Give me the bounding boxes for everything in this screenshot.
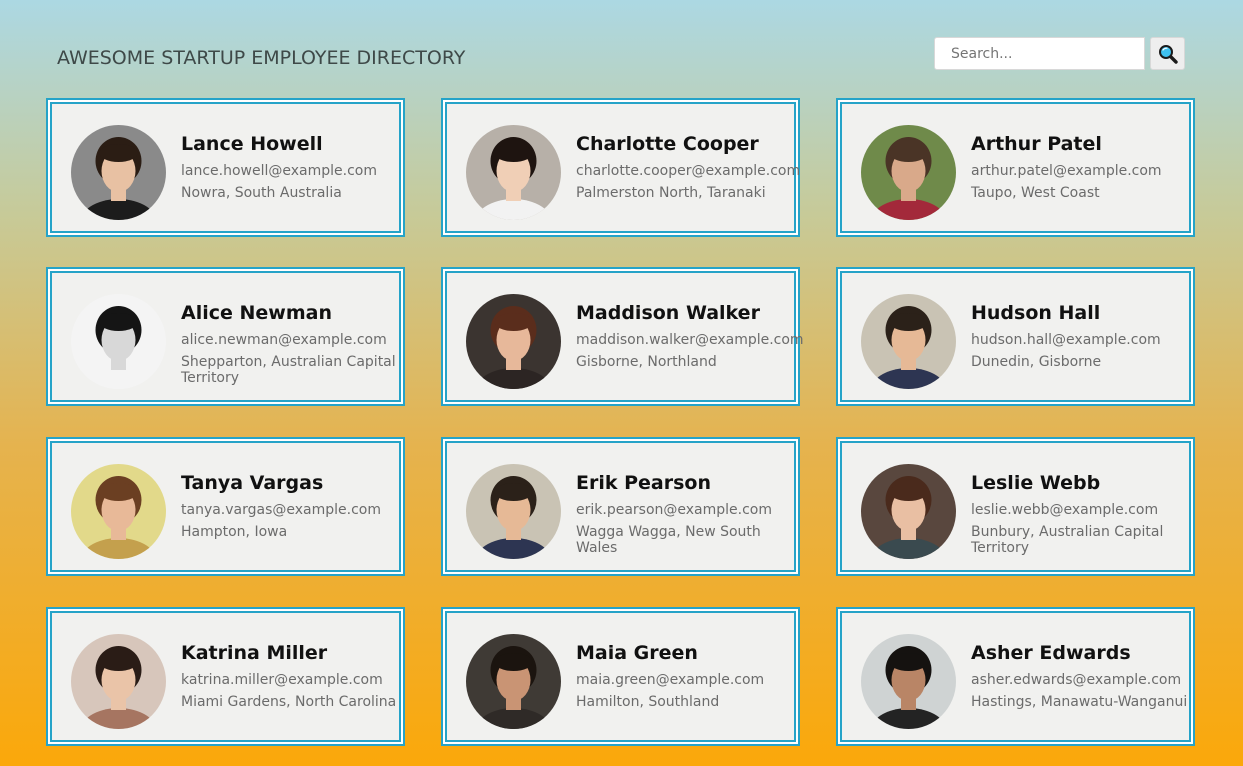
employee-location: Wagga Wagga, New South Wales [576,524,761,556]
avatar [861,125,956,220]
employee-name: Lance Howell [181,133,323,155]
employee-name: Tanya Vargas [181,472,324,494]
page-title: AWESOME STARTUP EMPLOYEE DIRECTORY [57,47,466,69]
employee-email: erik.pearson@example.com [576,502,772,518]
employee-name: Maia Green [576,642,698,664]
employee-email: hudson.hall@example.com [971,332,1161,348]
employee-name: Asher Edwards [971,642,1131,664]
employee-email: tanya.vargas@example.com [181,502,381,518]
employee-card[interactable]: Lance Howell lance.howell@example.com Nowr… [46,98,405,237]
employee-card-body: Arthur Patel arthur.patel@example.com Taup… [840,102,1191,233]
search-icon [1158,44,1178,64]
employee-card-body: Katrina Miller katrina.miller@example.com… [50,611,401,742]
employee-card-body: Hudson Hall hudson.hall@example.com Dunedi… [840,271,1191,402]
employee-location: Bunbury, Australian Capital Territory [971,524,1164,556]
employee-email: charlotte.cooper@example.com [576,163,801,179]
employee-card-body: Lance Howell lance.howell@example.com Nowr… [50,102,401,233]
employee-name: Maddison Walker [576,302,760,324]
employee-card[interactable]: Leslie Webb leslie.webb@example.com Bunbur… [836,437,1195,576]
employee-card-body: Erik Pearson erik.pearson@example.com Wagg… [445,441,796,572]
employee-location: Dunedin, Gisborne [971,354,1102,370]
employee-card[interactable]: Tanya Vargas tanya.vargas@example.com Hamp… [46,437,405,576]
avatar [71,294,166,389]
avatar [466,464,561,559]
employee-card[interactable]: Katrina Miller katrina.miller@example.com… [46,607,405,746]
employee-email: asher.edwards@example.com [971,672,1182,688]
employee-location: Palmerston North, Taranaki [576,185,766,201]
employee-card-body: Maia Green maia.green@example.com Hamilton… [445,611,796,742]
employee-card[interactable]: Erik Pearson erik.pearson@example.com Wagg… [441,437,800,576]
employee-name: Erik Pearson [576,472,712,494]
employee-location: Shepparton, Australian Capital Territory [181,354,396,386]
employee-card-body: Asher Edwards asher.edwards@example.com Ha… [840,611,1191,742]
employee-location: Gisborne, Northland [576,354,717,370]
employee-card[interactable]: Alice Newman alice.newman@example.com Shep… [46,267,405,406]
employee-name: Charlotte Cooper [576,133,759,155]
employee-card[interactable]: Arthur Patel arthur.patel@example.com Taup… [836,98,1195,237]
employee-location: Hamilton, Southland [576,694,720,710]
employee-card[interactable]: Hudson Hall hudson.hall@example.com Dunedi… [836,267,1195,406]
employee-email: alice.newman@example.com [181,332,387,348]
employee-card[interactable]: Charlotte Cooper charlotte.cooper@example… [441,98,800,237]
avatar [71,634,166,729]
employee-location: Miami Gardens, North Carolina [181,694,397,710]
employee-card[interactable]: Maddison Walker maddison.walker@example.c… [441,267,804,406]
employee-location: Hastings, Manawatu-Wanganui [971,694,1188,710]
employee-name: Hudson Hall [971,302,1101,324]
employee-name: Arthur Patel [971,133,1102,155]
employee-card-body: Charlotte Cooper charlotte.cooper@example… [445,102,800,233]
employee-card-body: Leslie Webb leslie.webb@example.com Bunbur… [840,441,1191,572]
avatar [861,634,956,729]
employee-location: Nowra, South Australia [181,185,342,201]
avatar [466,125,561,220]
avatar [71,464,166,559]
employee-email: arthur.patel@example.com [971,163,1162,179]
employee-name: Alice Newman [181,302,332,324]
search-button[interactable] [1150,37,1185,70]
avatar [861,464,956,559]
avatar [466,294,561,389]
employee-location: Taupo, West Coast [971,185,1100,201]
employee-card[interactable]: Maia Green maia.green@example.com Hamilton… [441,607,800,746]
employee-email: lance.howell@example.com [181,163,377,179]
employee-card-body: Tanya Vargas tanya.vargas@example.com Hamp… [50,441,401,572]
search-input[interactable] [934,37,1145,70]
avatar [466,634,561,729]
employee-card-body: Maddison Walker maddison.walker@example.c… [445,271,804,402]
employee-email: maddison.walker@example.com [576,332,804,348]
employee-location: Hampton, Iowa [181,524,288,540]
employee-name: Leslie Webb [971,472,1101,494]
employee-email: maia.green@example.com [576,672,765,688]
employee-card[interactable]: Asher Edwards asher.edwards@example.com Ha… [836,607,1195,746]
avatar [861,294,956,389]
employee-name: Katrina Miller [181,642,328,664]
employee-card-body: Alice Newman alice.newman@example.com Shep… [50,271,401,402]
employee-email: leslie.webb@example.com [971,502,1159,518]
avatar [71,125,166,220]
employee-email: katrina.miller@example.com [181,672,383,688]
